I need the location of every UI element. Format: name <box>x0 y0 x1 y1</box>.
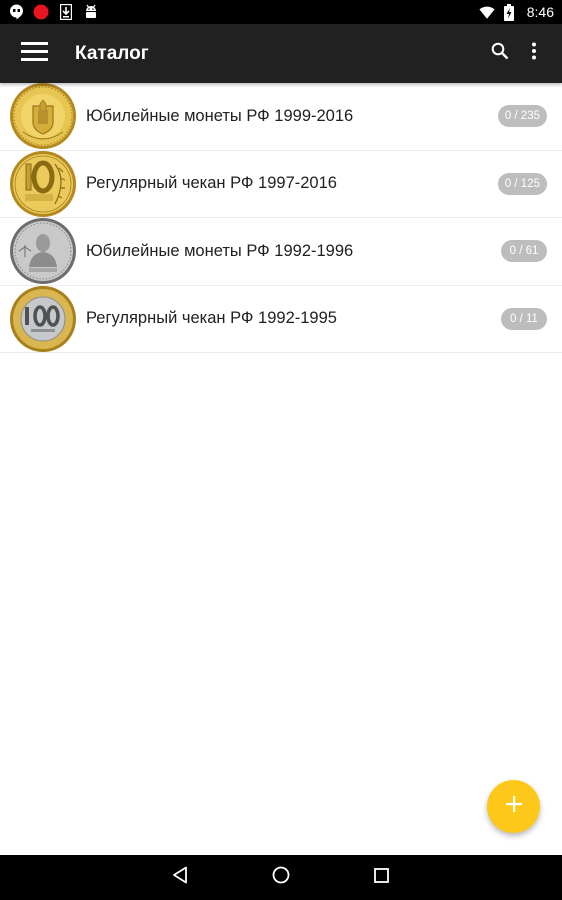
list-item[interactable]: Регулярный чекан РФ 1997-2016 0 / 125 <box>0 150 562 218</box>
collected-count-badge: 0 / 61 <box>501 240 547 263</box>
navigation-bar <box>0 855 562 900</box>
hamburger-icon <box>20 41 48 66</box>
more-options-button[interactable] <box>520 40 548 68</box>
app-bar-actions <box>486 40 548 68</box>
status-notification-icons <box>8 4 99 20</box>
gold-10-ruble-coin-icon <box>9 150 77 218</box>
status-bar: 8:46 <box>0 0 562 24</box>
download-icon <box>58 4 74 20</box>
add-button[interactable] <box>487 780 540 833</box>
android-icon <box>83 4 99 20</box>
catalog-item-label: Регулярный чекан РФ 1992-1995 <box>86 309 337 328</box>
list-item[interactable]: Юбилейные монеты РФ 1992-1996 0 / 61 <box>0 218 562 286</box>
app-bar: Каталог <box>0 24 562 83</box>
catalog-item-label: Регулярный чекан РФ 1997-2016 <box>86 174 337 193</box>
status-time: 8:46 <box>526 4 554 20</box>
list-item[interactable]: Юбилейные монеты РФ 1999-2016 0 / 235 <box>0 83 562 151</box>
collected-count-badge: 0 / 235 <box>497 105 547 128</box>
recents-icon <box>374 867 390 888</box>
bimetal-100-ruble-coin-icon <box>9 285 77 353</box>
page-title: Каталог <box>75 42 149 64</box>
collected-count-badge: 0 / 125 <box>497 172 547 195</box>
status-system-icons: 8:46 <box>479 3 554 21</box>
back-button[interactable] <box>165 863 195 893</box>
plus-icon <box>505 796 522 817</box>
search-button[interactable] <box>486 40 514 68</box>
more-vert-icon <box>531 42 537 65</box>
catalog-list: Юбилейные монеты РФ 1999-2016 0 / 235 Ре… <box>0 83 562 353</box>
wifi-icon <box>479 4 495 20</box>
back-icon <box>172 866 188 889</box>
recents-button[interactable] <box>367 863 397 893</box>
home-icon <box>272 866 290 889</box>
navigation-drawer-button[interactable] <box>17 37 51 71</box>
catalog-item-label: Юбилейные монеты РФ 1992-1996 <box>86 241 354 260</box>
home-button[interactable] <box>266 863 296 893</box>
hangouts-icon <box>8 4 24 20</box>
list-item[interactable]: Регулярный чекан РФ 1992-1995 0 / 11 <box>0 285 562 353</box>
record-icon <box>33 4 49 20</box>
collected-count-badge: 0 / 11 <box>501 307 547 330</box>
search-icon <box>491 42 509 65</box>
gold-commemorative-coin-icon <box>9 82 77 150</box>
battery-charging-icon <box>501 3 517 21</box>
silver-portrait-coin-icon <box>9 217 77 285</box>
catalog-item-label: Юбилейные монеты РФ 1999-2016 <box>86 106 354 125</box>
